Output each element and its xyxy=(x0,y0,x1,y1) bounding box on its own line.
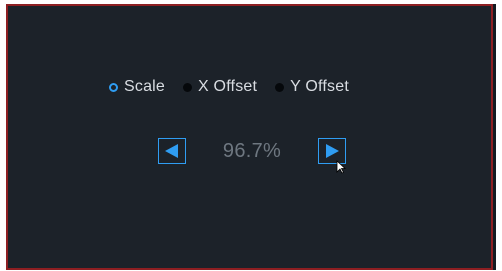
radio-unchecked-icon xyxy=(275,82,285,92)
radio-label-y-offset: Y Offset xyxy=(290,78,349,95)
left-arrow-icon xyxy=(165,144,178,158)
radio-unchecked-icon xyxy=(183,82,193,92)
decrease-button[interactable] xyxy=(158,138,186,164)
radio-label-scale: Scale xyxy=(124,78,166,95)
scale-stepper: 96.7% xyxy=(158,136,346,166)
radio-option-y-offset[interactable]: Y Offset xyxy=(275,78,349,96)
right-arrow-icon xyxy=(326,144,339,158)
mouse-pointer-icon xyxy=(336,160,346,174)
radio-label-x-offset: X Offset xyxy=(198,78,258,95)
radio-checked-icon xyxy=(109,82,118,92)
radio-option-x-offset[interactable]: X Offset xyxy=(183,78,257,96)
radio-option-scale[interactable]: Scale xyxy=(109,78,165,96)
scale-value: 96.7% xyxy=(222,139,282,162)
adjust-mode-radio-group: Scale X Offset Y Offset xyxy=(109,76,367,98)
panel-edge xyxy=(493,4,496,270)
